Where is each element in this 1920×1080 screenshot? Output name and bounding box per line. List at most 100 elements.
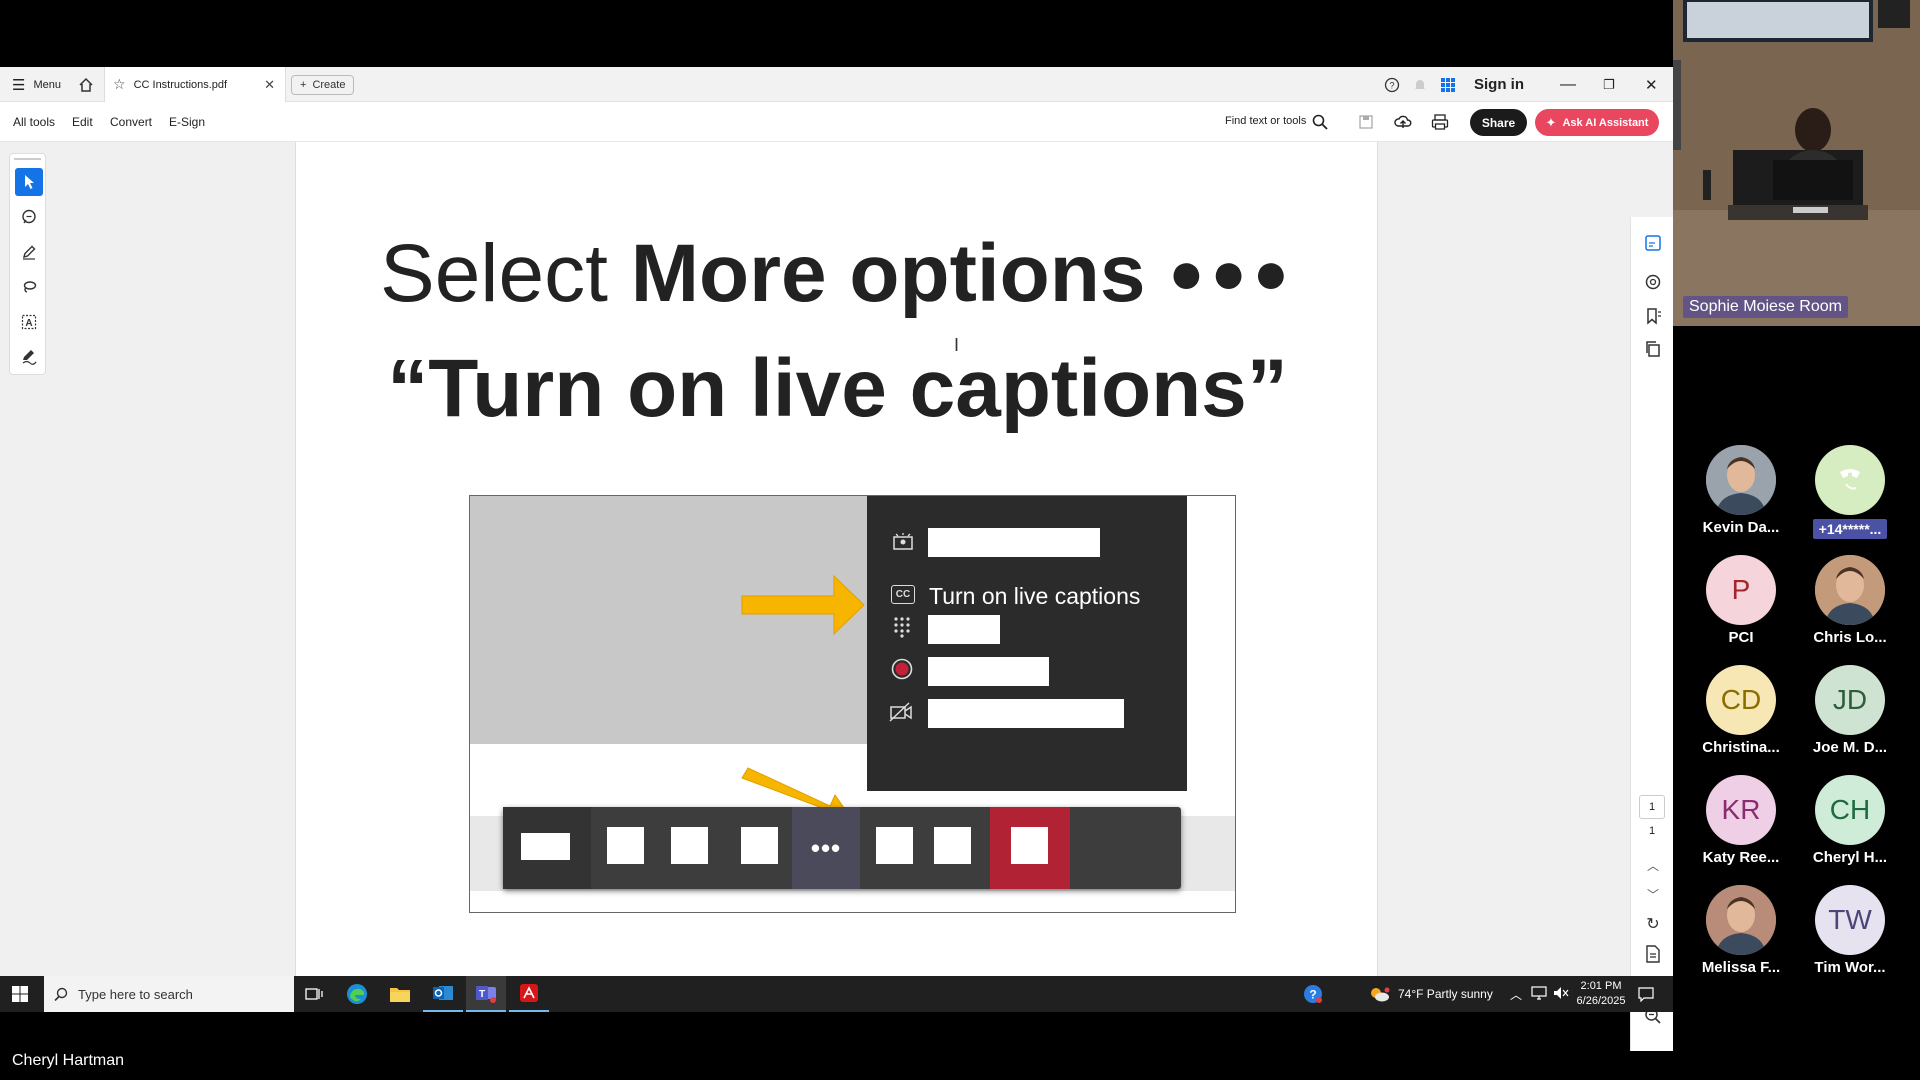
help-icon: ? xyxy=(1384,77,1400,92)
profile-photo-icon xyxy=(1706,445,1776,515)
network-icon[interactable] xyxy=(1531,986,1547,1005)
start-button[interactable] xyxy=(0,976,40,1012)
bookmarks-button[interactable] xyxy=(1643,306,1663,326)
partly-sunny-icon xyxy=(1371,987,1390,1002)
participant-tile[interactable]: CD Christina... xyxy=(1686,665,1796,775)
current-page-input[interactable]: 1 xyxy=(1639,795,1665,819)
print-icon[interactable] xyxy=(1431,113,1449,131)
sign-tool[interactable] xyxy=(15,343,43,371)
bookmark-icon xyxy=(1647,308,1661,325)
notifications-button[interactable] xyxy=(1413,67,1427,102)
turn-on-live-captions-item: Turn on live captions xyxy=(929,583,1141,609)
find-text-button[interactable]: Find text or tools xyxy=(1225,115,1306,127)
show-hidden-icons-button[interactable]: ︿ xyxy=(1510,986,1522,1003)
participant-tile[interactable]: CH Cheryl H... xyxy=(1795,775,1905,885)
page-display-button[interactable] xyxy=(1643,944,1663,964)
participant-tile[interactable]: Kevin Da... xyxy=(1686,445,1796,555)
help-button[interactable]: ? xyxy=(1384,67,1400,102)
ai-summary-button[interactable] xyxy=(1643,233,1663,253)
room-video-feed[interactable] xyxy=(1673,0,1920,326)
participant-tile[interactable]: Melissa F... xyxy=(1686,885,1796,995)
avatar: P xyxy=(1706,555,1776,625)
teams-captions-illustration: CC Turn on live captions ••• xyxy=(469,495,1236,913)
participant-tile[interactable]: P PCI xyxy=(1686,555,1796,665)
participant-tile[interactable]: TW Tim Wor... xyxy=(1795,885,1905,995)
video-off-icon xyxy=(889,702,912,722)
restore-icon: ❐ xyxy=(1603,76,1615,92)
svg-text:?: ? xyxy=(1309,988,1316,1002)
chevron-up-icon: ︿ xyxy=(1646,858,1659,873)
clock[interactable]: 2:01 PM 6/26/2025 xyxy=(1576,979,1626,1009)
rotate-button[interactable]: ↻ xyxy=(1643,914,1663,934)
help-circle-icon: ? xyxy=(1304,985,1322,1003)
close-window-button[interactable]: ✕ xyxy=(1645,67,1658,102)
participant-name: Chris Lo... xyxy=(1813,629,1887,646)
draw-tool[interactable] xyxy=(15,273,43,301)
participant-tile[interactable]: Chris Lo... xyxy=(1795,555,1905,665)
close-tab-icon[interactable]: ✕ xyxy=(264,77,275,93)
avatar: JD xyxy=(1815,665,1885,735)
create-button[interactable]: + Create xyxy=(291,75,355,95)
select-tool[interactable] xyxy=(15,168,43,196)
pages-button[interactable] xyxy=(1643,339,1663,359)
sign-in-button[interactable]: Sign in xyxy=(1474,67,1524,102)
acrobat-toolbar: All tools Edit Convert E-Sign Find text … xyxy=(0,102,1673,142)
edge-app[interactable] xyxy=(337,976,377,1012)
apps-button[interactable] xyxy=(1440,67,1456,102)
volume-muted-icon[interactable] xyxy=(1553,986,1569,1005)
share-button[interactable]: Share xyxy=(1470,109,1527,136)
action-center-button[interactable] xyxy=(1638,986,1654,1007)
right-rail: 1 1 ︿ ﹀ ↻ xyxy=(1630,217,1673,1051)
participant-tile[interactable]: KR Katy Ree... xyxy=(1686,775,1796,885)
text-cursor-icon: I xyxy=(954,335,960,355)
control-button-placeholder xyxy=(607,827,644,864)
previous-page-button[interactable]: ︿ xyxy=(1643,855,1663,875)
document-icon xyxy=(1646,945,1660,963)
acrobat-icon xyxy=(520,984,538,1002)
outlook-app[interactable] xyxy=(423,976,463,1012)
hamburger-icon: ☰ xyxy=(12,76,26,94)
teams-app[interactable]: T xyxy=(466,976,506,1012)
convert-menu[interactable]: Convert xyxy=(110,115,152,129)
highlight-tool[interactable] xyxy=(15,238,43,266)
ai-overview-icon xyxy=(1645,235,1661,251)
control-button-placeholder xyxy=(741,827,778,864)
save-icon[interactable] xyxy=(1358,114,1374,130)
text-tool[interactable]: A xyxy=(15,308,43,336)
menu-item-bar xyxy=(928,657,1049,686)
comments-panel-button[interactable] xyxy=(1643,272,1663,292)
help-tray-button[interactable]: ? xyxy=(1293,976,1333,1012)
participant-tile[interactable]: +14*****... xyxy=(1795,445,1905,555)
minimize-button[interactable]: — xyxy=(1560,67,1576,102)
task-view-button[interactable] xyxy=(294,976,334,1012)
next-page-button[interactable]: ﹀ xyxy=(1643,884,1663,904)
participant-name: Joe M. D... xyxy=(1812,739,1888,756)
record-icon xyxy=(891,658,913,680)
restore-button[interactable]: ❐ xyxy=(1603,67,1615,102)
upload-cloud-icon[interactable] xyxy=(1394,113,1412,131)
comment-tool[interactable] xyxy=(15,203,43,231)
menu-button[interactable]: ☰ Menu xyxy=(12,67,61,102)
esign-menu[interactable]: E-Sign xyxy=(169,115,205,129)
total-pages: 1 xyxy=(1648,825,1656,837)
vertical-scrollbar[interactable] xyxy=(1615,142,1630,976)
all-tools-menu[interactable]: All tools xyxy=(13,115,55,129)
edit-menu[interactable]: Edit xyxy=(72,115,93,129)
acrobat-app[interactable] xyxy=(509,976,549,1012)
taskbar-search-box[interactable]: Type here to search xyxy=(44,976,294,1012)
menu-item-bar xyxy=(928,615,1000,644)
control-button-placeholder xyxy=(876,827,913,864)
search-icon[interactable] xyxy=(1312,114,1328,130)
close-icon: ✕ xyxy=(1645,76,1658,94)
star-icon[interactable]: ☆ xyxy=(113,76,126,93)
ask-ai-assistant-button[interactable]: ✦ Ask AI Assistant xyxy=(1535,109,1659,136)
document-tab[interactable]: ☆ CC Instructions.pdf ✕ xyxy=(104,67,286,102)
refresh-icon: ↻ xyxy=(1646,916,1660,933)
weather-widget[interactable]: 74°F Partly sunny xyxy=(1368,976,1493,1012)
pdf-page[interactable]: Select More options ●●● “Turn on live ca… xyxy=(295,142,1378,976)
participant-tile[interactable]: JD Joe M. D... xyxy=(1795,665,1905,775)
tab-title: CC Instructions.pdf xyxy=(133,78,228,91)
home-button[interactable] xyxy=(78,67,94,102)
file-explorer-app[interactable] xyxy=(380,976,420,1012)
left-tools-panel: A xyxy=(9,153,46,375)
